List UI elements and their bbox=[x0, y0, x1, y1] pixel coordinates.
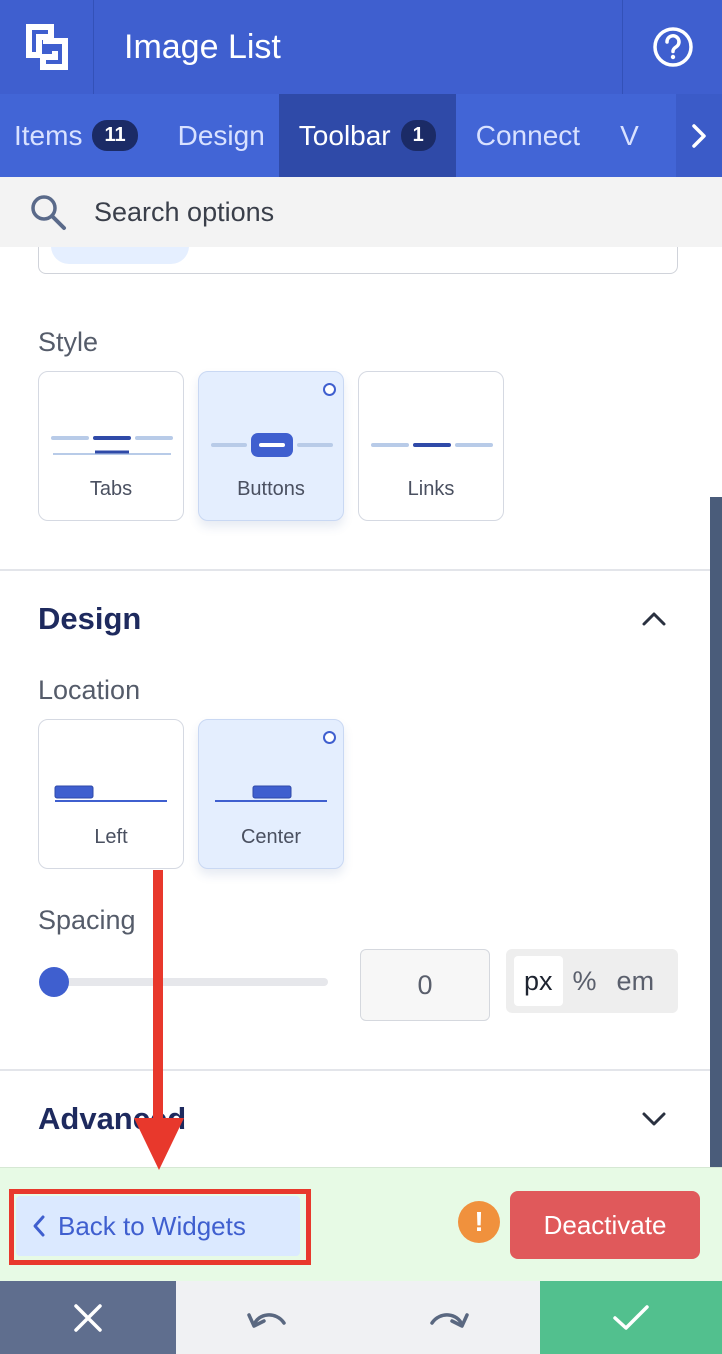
spacing-slider-thumb[interactable] bbox=[39, 967, 69, 997]
buttons-style-icon bbox=[211, 433, 333, 457]
style-option-buttons-label: Buttons bbox=[237, 478, 305, 500]
redo-button[interactable] bbox=[358, 1281, 540, 1354]
chevron-left-icon bbox=[33, 1215, 45, 1237]
style-option-buttons[interactable]: Buttons bbox=[198, 371, 344, 521]
undo-icon bbox=[247, 1312, 286, 1328]
unit-percent[interactable]: % bbox=[563, 956, 607, 1006]
style-label: Style bbox=[38, 327, 99, 357]
items-count-badge: 11 bbox=[92, 120, 138, 151]
partial-field[interactable] bbox=[38, 247, 678, 274]
location-option-center-label: Center bbox=[240, 826, 302, 848]
tab-toolbar[interactable]: Toolbar 1 bbox=[278, 94, 456, 177]
spacing-slider-track[interactable] bbox=[40, 978, 328, 986]
app-header: Image List bbox=[0, 0, 722, 94]
unit-selector: px % em bbox=[506, 949, 678, 1013]
style-option-tabs[interactable]: Tabs bbox=[38, 371, 184, 521]
left-location-icon bbox=[54, 785, 167, 802]
tab-design[interactable]: Design bbox=[152, 94, 279, 177]
tab-items-label: Items bbox=[14, 119, 83, 151]
tabs-style-icon bbox=[51, 436, 173, 455]
toolbar-count-badge: 1 bbox=[400, 120, 436, 151]
search-bar bbox=[0, 177, 722, 247]
tab-design-label: Design bbox=[177, 119, 265, 151]
chevron-down-icon[interactable] bbox=[640, 1105, 668, 1133]
section-divider bbox=[0, 569, 722, 571]
tab-toolbar-label: Toolbar bbox=[298, 119, 391, 151]
search-icon bbox=[31, 195, 66, 230]
tab-connect[interactable]: Connect bbox=[456, 94, 594, 177]
advanced-section-title[interactable]: Advanced bbox=[38, 1101, 186, 1137]
checkmark-icon bbox=[613, 1304, 649, 1330]
app-logo[interactable] bbox=[0, 0, 94, 94]
section-divider bbox=[0, 1069, 722, 1071]
history-controls bbox=[176, 1281, 540, 1354]
redo-icon bbox=[430, 1312, 469, 1328]
location-option-left-label: Left bbox=[94, 826, 128, 848]
search-input[interactable] bbox=[94, 196, 654, 228]
design-section-title[interactable]: Design bbox=[38, 601, 141, 637]
location-option-left[interactable]: Left bbox=[38, 719, 184, 869]
tab-items[interactable]: Items 11 bbox=[0, 94, 152, 177]
spacing-label: Spacing bbox=[38, 905, 136, 935]
help-button[interactable] bbox=[622, 0, 722, 94]
undo-button[interactable] bbox=[176, 1281, 358, 1354]
warning-icon: ! bbox=[458, 1201, 500, 1243]
center-location-icon bbox=[215, 785, 327, 802]
style-option-links[interactable]: Links bbox=[358, 371, 504, 521]
close-icon bbox=[74, 1303, 102, 1332]
unit-em[interactable]: em bbox=[607, 956, 665, 1006]
style-option-links-label: Links bbox=[407, 478, 455, 500]
back-to-widgets-label: Back to Widgets bbox=[58, 1210, 246, 1241]
tab-partial[interactable]: V bbox=[594, 94, 653, 177]
links-style-icon bbox=[371, 443, 493, 447]
chevron-right-icon bbox=[692, 123, 706, 148]
tabs-scroll-right-button[interactable] bbox=[676, 94, 722, 177]
chevron-up-icon[interactable] bbox=[640, 605, 668, 633]
options-panel: Style Tabs Buttons Links Design Location… bbox=[0, 247, 722, 1167]
page-title: Image List bbox=[124, 27, 281, 66]
unit-px[interactable]: px bbox=[514, 956, 563, 1006]
tab-partial-label: V bbox=[620, 119, 639, 151]
confirm-button[interactable] bbox=[540, 1281, 722, 1354]
back-to-widgets-button[interactable]: Back to Widgets bbox=[16, 1196, 300, 1256]
tab-bar: Items 11 Design Toolbar 1 Connect V bbox=[0, 94, 722, 177]
deactivate-button[interactable]: Deactivate bbox=[510, 1191, 700, 1259]
close-button[interactable] bbox=[0, 1281, 176, 1354]
style-option-tabs-label: Tabs bbox=[89, 478, 133, 500]
spacing-value-input[interactable] bbox=[360, 949, 490, 1021]
bottom-toolbar bbox=[0, 1281, 722, 1354]
tab-connect-label: Connect bbox=[475, 119, 581, 151]
partial-pill bbox=[51, 247, 189, 264]
panel-scrollbar[interactable] bbox=[710, 497, 722, 1167]
action-bar: Back to Widgets ! Deactivate bbox=[0, 1167, 722, 1281]
help-icon bbox=[652, 27, 693, 67]
location-option-center[interactable]: Center bbox=[198, 719, 344, 869]
location-label: Location bbox=[38, 675, 141, 705]
logo-icon bbox=[25, 24, 68, 70]
